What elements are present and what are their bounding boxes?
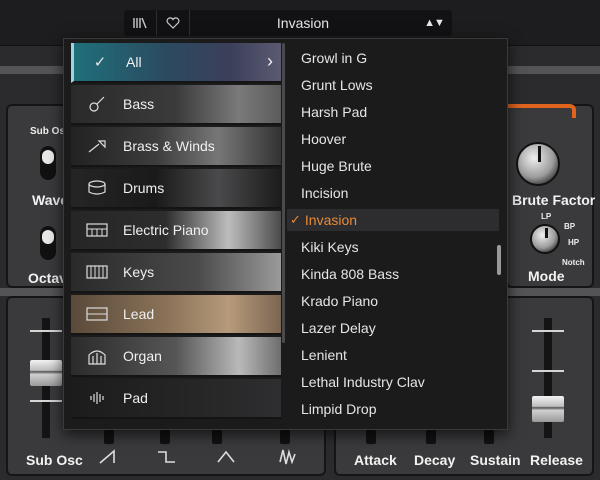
preset-item[interactable]: Kinda 808 Bass [287,263,499,285]
category-scrollbar[interactable] [282,43,285,343]
category-all[interactable]: ✓ All › [71,43,281,83]
preset-item[interactable]: Growl in G [287,47,499,69]
category-label: Keys [123,264,155,280]
wave-switch[interactable] [40,146,56,180]
trumpet-icon [71,127,123,165]
preset-item[interactable]: Grunt Lows [287,74,499,96]
category-label: Lead [123,306,155,322]
fader-tick [30,400,62,402]
preset-item[interactable]: Lenient [287,344,499,366]
attack-fader-knob[interactable] [366,430,376,444]
brute-factor-label: Brute Factor [512,192,596,208]
organ-icon [71,337,123,375]
category-brass-winds[interactable]: Brass & Winds [71,127,281,167]
drum-icon [71,169,123,207]
sustain-label: Sustain [470,452,521,468]
preset-item[interactable]: Incision [287,182,499,204]
preset-browser-dropdown: ✓ All › Bass Brass & Winds Drums Electri… [63,38,508,430]
category-label: Pad [123,390,148,406]
octave-switch[interactable] [40,226,56,260]
square-fader-knob[interactable] [160,430,170,444]
mode-label: Mode [528,268,565,284]
preset-bar: Invasion ▲▼ [124,10,452,36]
preset-item-label: Invasion [304,212,358,228]
preset-item[interactable]: Harsh Pad [287,101,499,123]
brute-factor-knob[interactable] [516,142,560,186]
preset-item-selected[interactable]: ✓ Invasion [287,209,499,231]
preset-item[interactable]: Kiki Keys [287,236,499,258]
category-electric-piano[interactable]: Electric Piano [71,211,281,251]
library-icon[interactable] [124,10,156,36]
category-label: Electric Piano [123,222,209,238]
triangle-fader-knob[interactable] [212,430,222,444]
fader-tick [532,370,564,372]
pad-waveform-icon [71,379,123,417]
sustain-fader-knob[interactable] [484,430,494,444]
category-drums[interactable]: Drums [71,169,281,209]
preset-item[interactable]: Krado Piano [287,290,499,312]
noise-fader-knob[interactable] [280,430,290,444]
decay-label: Decay [414,452,456,468]
electric-piano-icon [71,211,123,249]
attack-label: Attack [354,452,397,468]
category-pad[interactable]: Pad [71,379,281,419]
preset-nav-arrows-icon[interactable]: ▲▼ [416,10,452,36]
heart-icon[interactable] [157,10,189,36]
filter-mode-bp: BP [564,222,576,231]
preset-item[interactable]: Huge Brute [287,155,499,177]
category-list: ✓ All › Bass Brass & Winds Drums Electri… [71,43,281,427]
saw-fader-knob[interactable] [104,430,114,444]
sub-osc-bottom-label: Sub Osc [26,452,83,468]
keys-icon [71,253,123,291]
category-label: Brass & Winds [123,138,215,154]
fader-tick [30,330,62,332]
decay-fader-knob[interactable] [426,430,436,444]
chevron-right-icon: › [267,51,273,71]
category-keys[interactable]: Keys [71,253,281,293]
filter-panel-accent [506,104,576,118]
filter-mode-lp: LP [541,212,552,221]
check-icon: ✓ [290,212,301,227]
preset-list: Growl in G Grunt Lows Harsh Pad Hoover H… [287,43,499,427]
lead-icon [71,295,123,333]
preset-item[interactable]: Lazer Delay [287,317,499,339]
preset-item[interactable]: Lethal Industry Clav [287,371,499,393]
release-label: Release [530,452,583,468]
noise-wave-icon [278,446,298,473]
release-fader[interactable] [532,396,564,422]
category-bass[interactable]: Bass [71,85,281,125]
category-label: All [126,54,142,70]
category-label: Drums [123,180,165,196]
preset-item[interactable]: Hoover [287,128,499,150]
bass-guitar-icon [71,85,123,123]
preset-item[interactable]: Limpid Drop [287,398,499,420]
triangle-wave-icon [216,448,236,471]
category-lead[interactable]: Lead [71,295,281,335]
preset-name[interactable]: Invasion [190,15,416,31]
fader-tick [532,330,564,332]
square-wave-icon [156,448,178,471]
category-organ[interactable]: Organ [71,337,281,377]
check-icon: ✓ [93,54,107,71]
filter-mode-notch: Notch [562,258,585,267]
preset-scrollbar[interactable] [497,245,501,275]
category-label: Organ [123,348,162,364]
category-label: Bass [123,96,155,112]
saw-wave-icon [98,448,118,471]
sub-osc-fader[interactable] [30,360,62,386]
filter-mode-knob[interactable] [530,224,560,254]
filter-mode-hp: HP [568,238,580,247]
